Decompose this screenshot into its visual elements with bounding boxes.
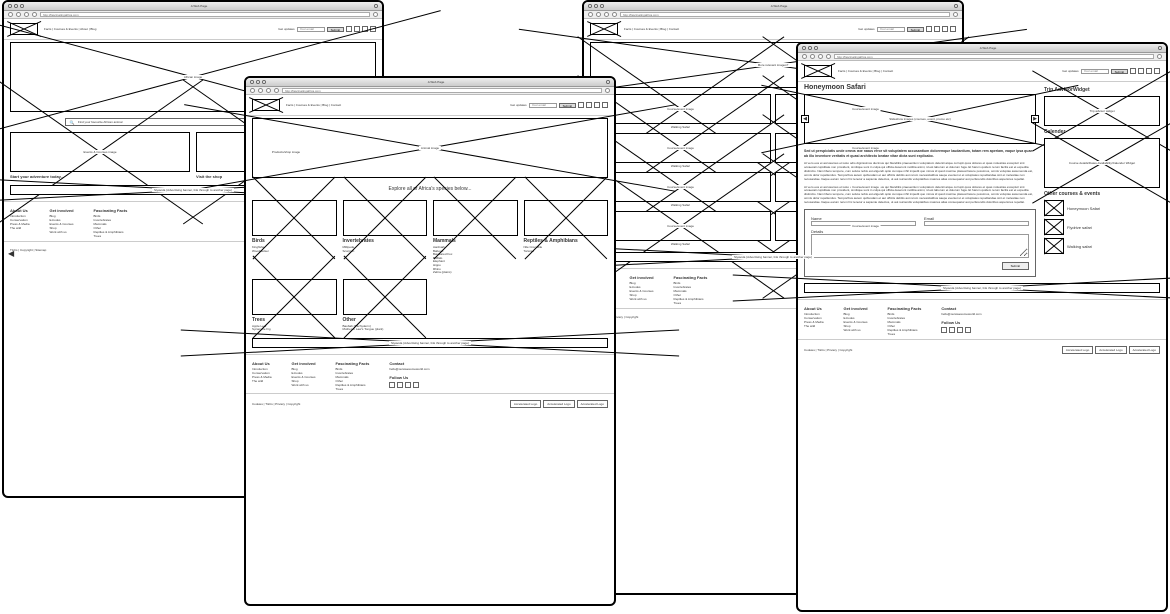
species-image[interactable] [343,279,428,315]
hero-image: Animal image [252,118,608,178]
details-field[interactable] [811,234,1029,258]
species-image[interactable] [433,200,518,236]
browser-chrome: A Web Page [4,2,382,11]
submit-button[interactable]: Submit [559,103,576,108]
submit-button[interactable]: Submit [327,27,344,32]
wireframe-species: A Web Page http://fascinatingafrica.com … [244,76,616,606]
calendar-widget: Course details/Dates-Availability/Calend… [1044,138,1160,188]
email-input[interactable] [877,27,905,32]
browser-chrome: A Web Page [798,44,1166,53]
lead-paragraph: Sed ut perspiciatis unde omnis iste natu… [804,149,1036,158]
events-card-image[interactable]: Events & Courses image [10,132,190,172]
prev-arrow-icon[interactable]: ◀ [801,115,809,123]
enquiry-form: NameEmail Details Submit [804,209,1036,277]
url-bar: http://fascinatingafrica.com [246,87,614,95]
species-image[interactable] [252,200,337,236]
ad-banner[interactable]: Siyavula (Advertising banner, link throu… [252,338,608,348]
course-card[interactable]: Course/event image [590,172,771,202]
course-card[interactable]: Course/event image [590,211,771,241]
course-card[interactable]: Course/event image [590,94,771,124]
course-card[interactable]: Course/event image [590,133,771,163]
trip-advisor-widget: Trip advisor widget [1044,96,1160,126]
species-row-1: BirdsKingfisher Woodpecker Invertebrates… [252,200,608,275]
related-item[interactable]: Honeymoon Safari [1044,200,1160,216]
browser-chrome: A Web Page [246,78,614,87]
browser-chrome: A Web Page [584,2,962,11]
url-bar: http://fascinatingafrica.com [4,11,382,19]
prev-arrow-icon[interactable]: ◀ [8,249,14,258]
url-bar: http://fascinatingafrica.com [798,53,1166,61]
species-image[interactable] [252,279,337,315]
nav[interactable]: Facts | Courses & Events | Blog | Contac… [838,69,893,73]
species-row-2: TreesApple Leaf Sycamore Fig OtherBaobab… [252,279,608,332]
email-input[interactable] [1081,69,1109,74]
search-icon: 🔍 [70,120,75,125]
nav[interactable]: Facts | Courses & Events | About | Blog [44,27,96,31]
logo[interactable] [590,23,618,35]
nav[interactable]: Facts | Courses & Events | Blog | Contac… [624,27,679,31]
body-paragraph: At vero eos et accusamus et iusto odio d… [804,186,1036,205]
species-image[interactable] [343,200,428,236]
logo[interactable] [252,99,280,111]
ad-banner[interactable]: Siyavula (Advertising banner, link throu… [804,283,1160,293]
related-item[interactable]: Walking safari [1044,238,1160,254]
submit-button[interactable]: Submit [1111,69,1128,74]
slideshow: Slideshow images (courses, event, promo … [804,94,1036,144]
wireframe-detail: A Web Page http://fascinatingafrica.com … [796,42,1168,612]
related-item[interactable]: Flydrive safari [1044,219,1160,235]
body-paragraph: At vero eos et accusamus et iusto odio d… [804,162,1036,181]
logo[interactable] [804,65,832,77]
email-field[interactable] [924,221,1029,226]
species-image[interactable] [524,200,609,236]
social-icon[interactable] [346,26,352,32]
form-submit-button[interactable]: Submit [1002,262,1029,270]
email-input[interactable] [297,27,325,32]
nav[interactable]: Facts | Courses & Events | Blog | Contac… [286,103,341,107]
submit-button[interactable]: Submit [907,27,924,32]
url-bar: http://fascinatingafrica.com [584,11,962,19]
intro-text: Explore all of Africa's species below... [252,186,608,192]
page-title: Honeymoon Safari [804,84,1036,91]
email-input[interactable] [529,103,557,108]
